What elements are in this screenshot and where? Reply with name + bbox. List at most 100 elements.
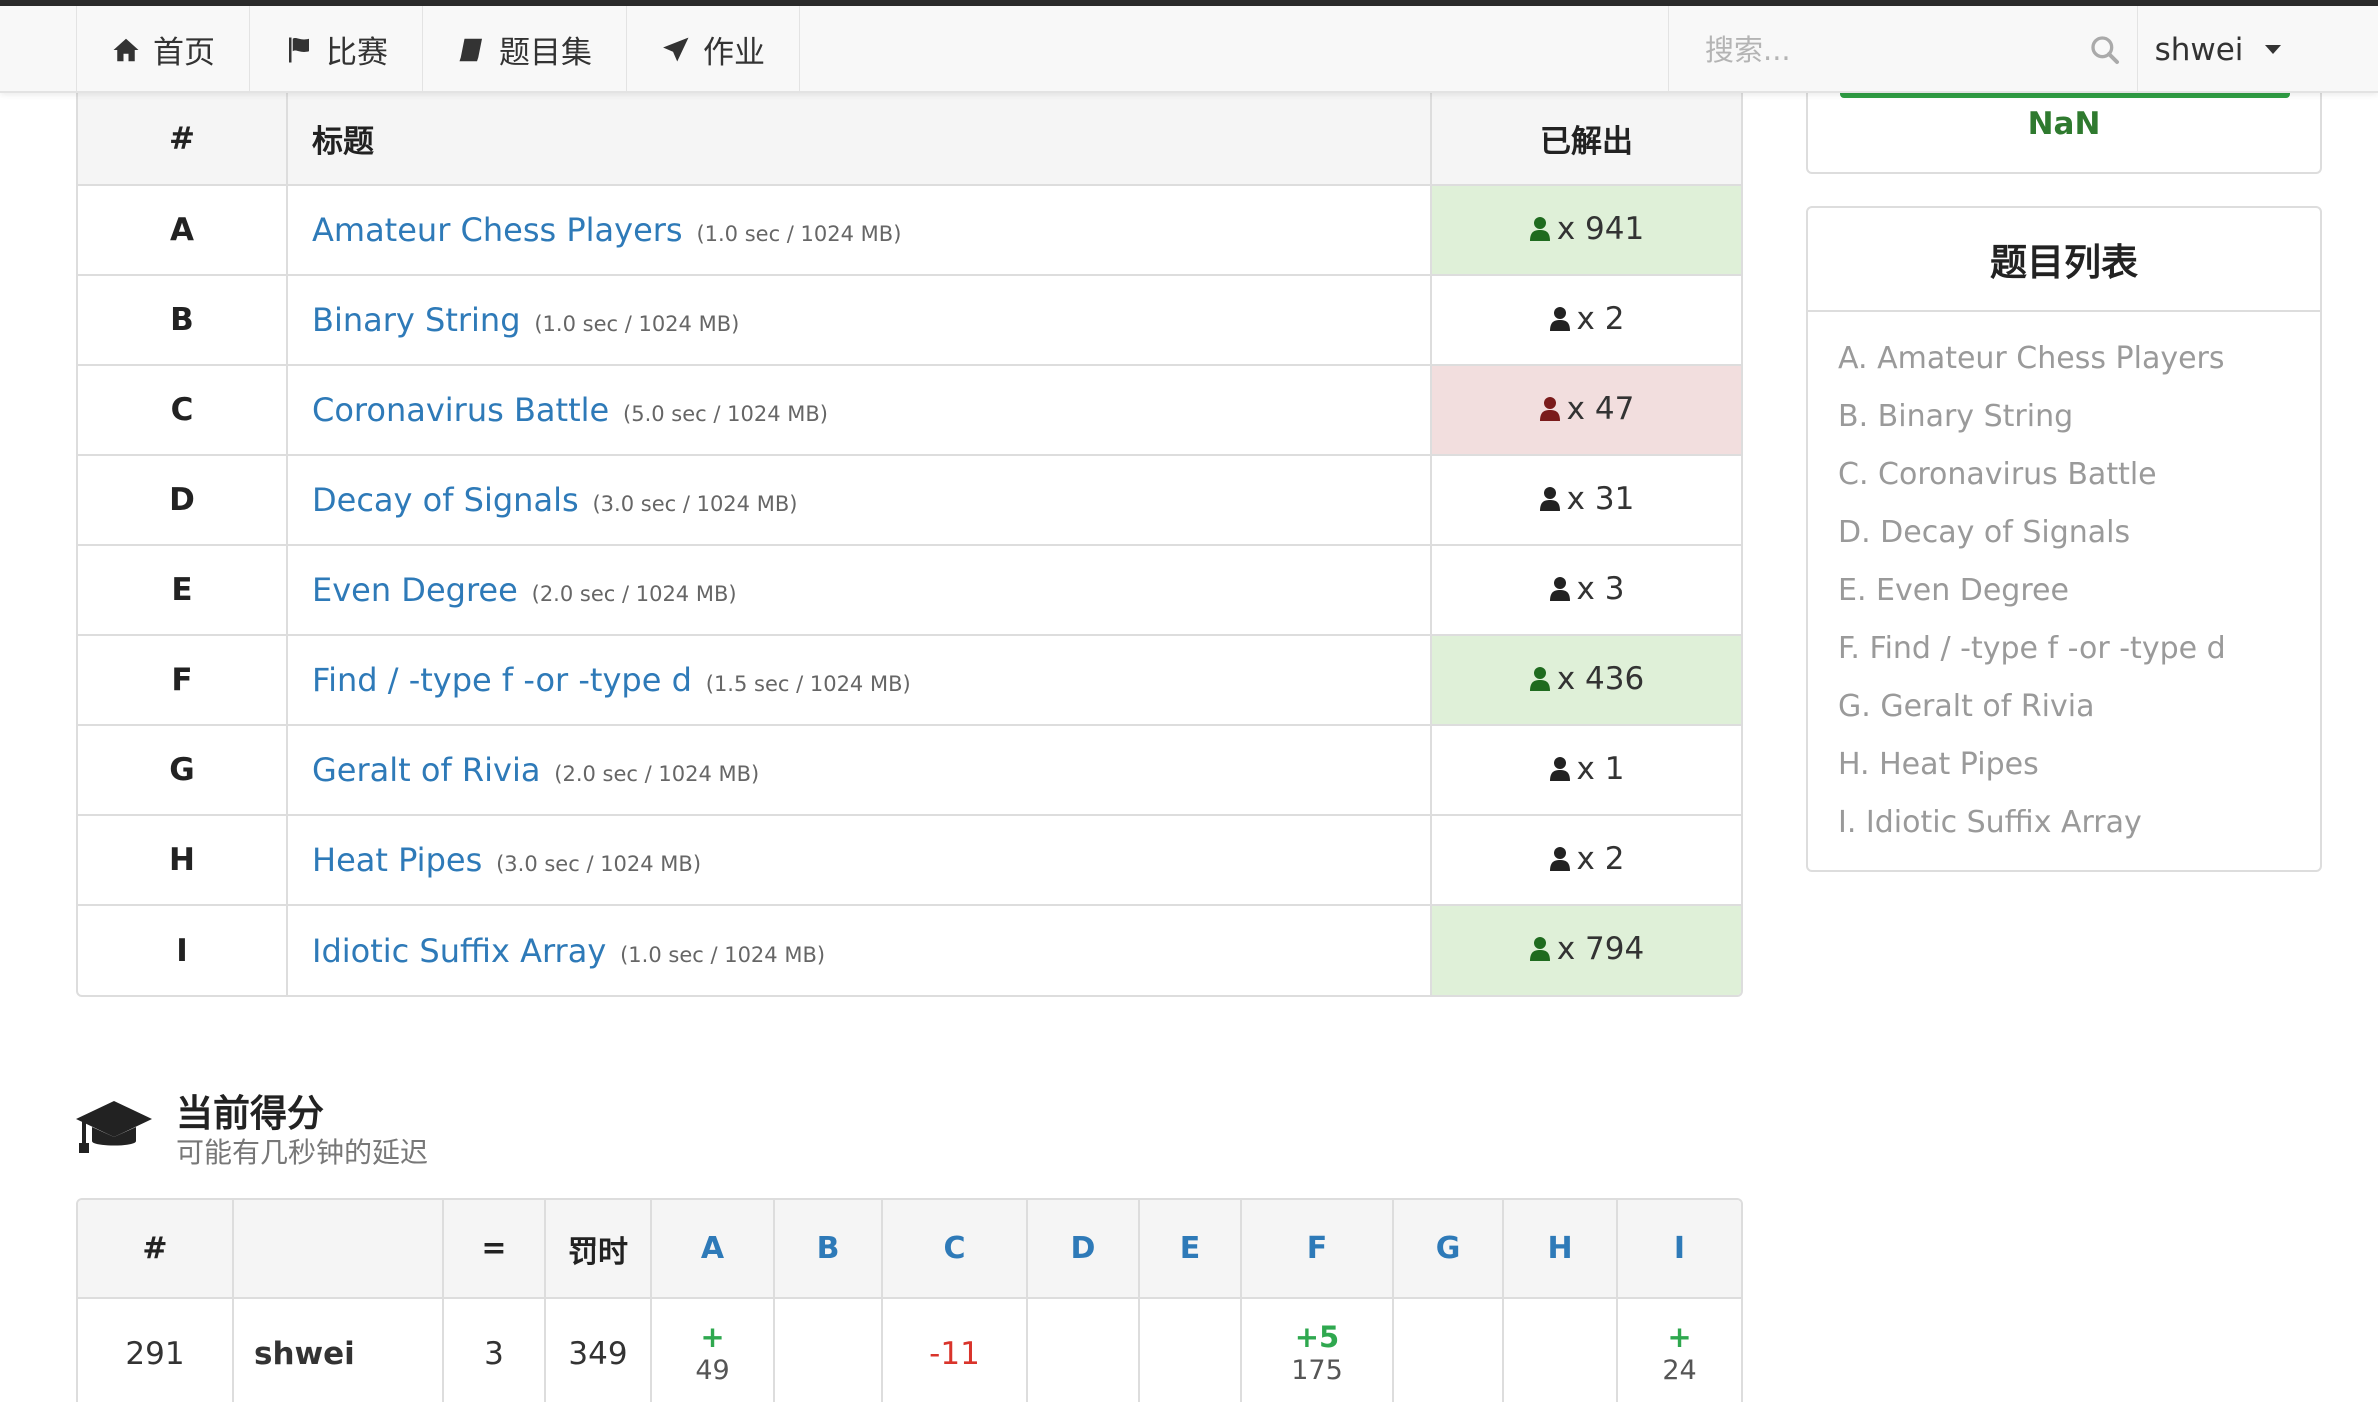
user-icon (1549, 756, 1570, 781)
solved-count-cell[interactable]: x 941 (1431, 185, 1741, 276)
solved-count: x 47 (1539, 391, 1634, 427)
user-dropdown[interactable]: shwei (2138, 6, 2298, 93)
problem-result-cell (1503, 1298, 1618, 1402)
solved-count-cell[interactable]: x 2 (1431, 275, 1741, 366)
problem-row: C Coronavirus Battle (5.0 sec / 1024 MB) x… (78, 365, 1741, 456)
scoreboard-problem-header[interactable]: I (1617, 1200, 1741, 1299)
solved-count-text: x 941 (1556, 210, 1645, 247)
problem-row: E Even Degree (2.0 sec / 1024 MB) x 3 (78, 545, 1741, 636)
nav-contests[interactable]: 比赛 (250, 6, 423, 93)
solved-count-cell[interactable]: x 436 (1431, 635, 1741, 726)
problem-link[interactable]: Binary String (312, 301, 521, 339)
problem-limits: (1.0 sec / 1024 MB) (696, 222, 902, 246)
accepted-tries: +5 (1294, 1319, 1340, 1354)
solved-count-cell[interactable]: x 2 (1431, 815, 1741, 906)
accepted-time: 175 (1291, 1354, 1343, 1386)
username: shwei (2154, 31, 2244, 68)
problem-row: H Heat Pipes (3.0 sec / 1024 MB) x 2 (78, 815, 1741, 906)
book-icon (459, 38, 482, 61)
scoreboard-header (233, 1200, 444, 1299)
nav-homework[interactable]: 作业 (627, 6, 800, 93)
problem-limits: (3.0 sec / 1024 MB) (496, 852, 702, 876)
solved-count-cell[interactable]: x 31 (1431, 455, 1741, 546)
problem-id: F (78, 635, 288, 726)
nav-problemsets[interactable]: 题目集 (423, 6, 627, 93)
solved-count-text: x 31 (1566, 480, 1635, 517)
problem-link[interactable]: Find / -type f -or -type d (312, 661, 692, 699)
search-box (1668, 6, 2138, 93)
problem-list-item[interactable]: H. Heat Pipes (1838, 736, 2320, 794)
caret-down-icon (2265, 45, 2282, 54)
problem-row: G Geralt of Rivia (2.0 sec / 1024 MB) x 1 (78, 725, 1741, 816)
solved-count-text: x 2 (1576, 840, 1625, 877)
problem-list-item[interactable]: A. Amateur Chess Players (1838, 330, 2320, 388)
scoreboard-problem-header[interactable]: B (774, 1200, 883, 1299)
nav-home[interactable]: 首页 (77, 6, 250, 93)
problem-result-cell (1139, 1298, 1242, 1402)
col-header-title: 标题 (287, 93, 1432, 186)
problem-list-item[interactable]: F. Find / -type f -or -type d (1838, 620, 2320, 678)
solved-count-cell[interactable]: x 1 (1431, 725, 1741, 816)
solved-count-cell[interactable]: x 47 (1431, 365, 1741, 456)
solved-count-text: x 436 (1556, 660, 1645, 697)
nav-menu: 首页 比赛 题目集 作业 (76, 6, 800, 93)
scoreboard-problem-header[interactable]: C (882, 1200, 1028, 1299)
flag-icon (289, 37, 309, 62)
problem-list-item[interactable]: E. Even Degree (1838, 562, 2320, 620)
solved-count: x 436 (1529, 661, 1644, 697)
scoreboard-problem-header[interactable]: H (1503, 1200, 1618, 1299)
problem-limits: (2.0 sec / 1024 MB) (554, 762, 760, 786)
problem-list-item[interactable]: D. Decay of Signals (1838, 504, 2320, 562)
solved-count-text: x 2 (1576, 300, 1625, 337)
problem-limits: (2.0 sec / 1024 MB) (531, 582, 737, 606)
problem-id: C (78, 365, 288, 456)
problem-id: D (78, 455, 288, 546)
solved-count-text: x 794 (1556, 931, 1645, 967)
problem-link[interactable]: Idiotic Suffix Array (312, 932, 606, 970)
problem-list-item[interactable]: C. Coronavirus Battle (1838, 446, 2320, 504)
solved-count: x 2 (1549, 840, 1625, 877)
col-header-id: # (78, 93, 288, 186)
problem-id: B (78, 275, 288, 366)
problem-title-cell: Coronavirus Battle (5.0 sec / 1024 MB) (287, 365, 1432, 456)
problem-title-cell: Find / -type f -or -type d (1.5 sec / 10… (287, 635, 1432, 726)
progress-value: NaN (2027, 106, 2101, 142)
penalty-time: 349 (545, 1298, 652, 1402)
problem-link[interactable]: Coronavirus Battle (312, 391, 609, 429)
scoreboard-problem-header[interactable]: G (1393, 1200, 1504, 1299)
solved-count: x 2 (1549, 300, 1625, 337)
problem-link[interactable]: Amateur Chess Players (312, 211, 683, 249)
user-icon (1549, 306, 1570, 331)
solved-total: 3 (443, 1298, 546, 1402)
scoreboard-row: 291 shwei 3 349 +49 -11 +5 175 +24 (78, 1298, 1741, 1402)
problem-list-item[interactable]: B. Binary String (1838, 388, 2320, 446)
search-icon[interactable] (2089, 34, 2121, 66)
solved-count-cell[interactable]: x 794 (1431, 905, 1741, 995)
score-subtitle: 可能有几秒钟的延迟 (176, 1136, 429, 1169)
problem-list-item[interactable]: I. Idiotic Suffix Array (1838, 794, 2320, 852)
nav-homework-label: 作业 (703, 35, 765, 71)
scoreboard-problem-header[interactable]: D (1027, 1200, 1140, 1299)
problem-row: A Amateur Chess Players (1.0 sec / 1024 M… (78, 185, 1741, 276)
problem-id: A (78, 185, 288, 276)
scoreboard-problem-header[interactable]: A (651, 1200, 775, 1299)
col-header-solved: 已解出 (1431, 93, 1741, 186)
solved-count-cell[interactable]: x 3 (1431, 545, 1741, 636)
scoreboard-problem-header[interactable]: E (1139, 1200, 1242, 1299)
search-input[interactable] (1705, 32, 2075, 67)
problem-list-item[interactable]: G. Geralt of Rivia (1838, 678, 2320, 736)
problem-id: E (78, 545, 288, 636)
solved-count: x 1 (1549, 751, 1624, 787)
problem-link[interactable]: Decay of Signals (312, 481, 579, 519)
problem-link[interactable]: Geralt of Rivia (312, 751, 540, 789)
scoreboard-user[interactable]: shwei (233, 1298, 444, 1402)
problem-link[interactable]: Even Degree (312, 571, 518, 609)
accepted-time: 49 (695, 1354, 730, 1386)
accepted-time: 24 (1662, 1354, 1697, 1386)
problem-list-panel: 题目列表 A. Amateur Chess Players B. Binary S… (1806, 206, 2322, 872)
user-icon (1549, 576, 1570, 601)
solved-count: x 3 (1549, 571, 1624, 607)
scoreboard-problem-header[interactable]: F (1241, 1200, 1394, 1299)
solved-count: x 794 (1529, 931, 1644, 967)
problem-link[interactable]: Heat Pipes (312, 841, 482, 879)
